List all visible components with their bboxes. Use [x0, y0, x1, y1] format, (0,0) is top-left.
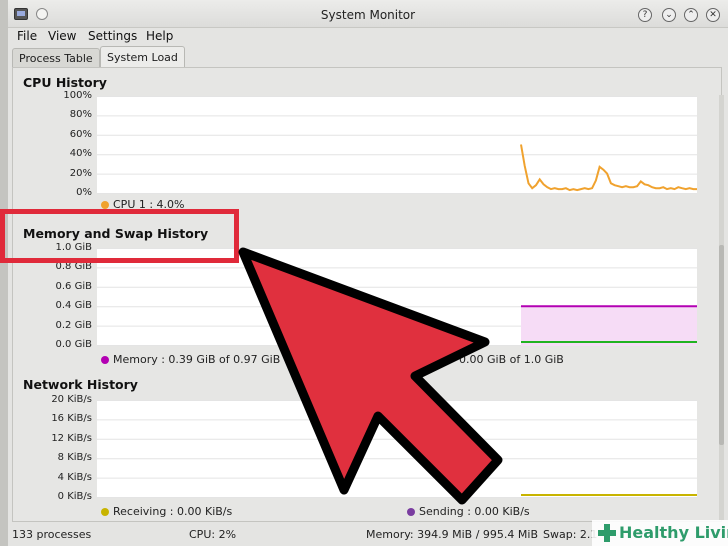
menu-bar: File View Settings Help: [8, 28, 728, 46]
mem-y-tick: 0.8 GiB: [55, 261, 92, 273]
network-plot: [97, 400, 697, 498]
menu-settings[interactable]: Settings: [88, 29, 137, 43]
cpu-usage-line: [520, 144, 697, 192]
watermark: Healthy Living: [592, 520, 728, 546]
net-y-tick: 16 KiB/s: [51, 413, 92, 425]
net-y-tick: 20 KiB/s: [51, 394, 92, 405]
cpu-plot: [97, 96, 697, 194]
mem-y-tick: 0.0 GiB: [55, 339, 92, 350]
vertical-scrollbar[interactable]: [719, 95, 724, 520]
cpu-chart: [97, 96, 697, 194]
cpu-y-tick: 20%: [69, 167, 92, 179]
system-monitor-window: System Monitor ? ⌄ ⌃ ✕ File View Setting…: [0, 0, 728, 546]
mem-y-tick: 0.6 GiB: [55, 280, 92, 292]
status-processes: 133 processes: [12, 528, 92, 541]
menu-file[interactable]: File: [17, 29, 37, 43]
cpu-y-tick: 60%: [69, 128, 92, 140]
cpu-legend-dot: [101, 201, 109, 209]
watermark-text: Healthy Living: [619, 523, 728, 542]
swap-legend-text: 0.00 GiB of 1.0 GiB: [459, 353, 564, 366]
help-button[interactable]: ?: [638, 8, 652, 22]
receiving-legend-dot: [101, 508, 109, 516]
swap-legend: 0.00 GiB of 1.0 GiB: [459, 353, 564, 366]
sending-legend-text: Sending : 0.00 KiB/s: [419, 505, 530, 518]
cpu-history-title: CPU History: [23, 75, 107, 90]
mem-y-tick: 0.4 GiB: [55, 300, 92, 312]
close-button[interactable]: ✕: [706, 8, 720, 22]
window-title: System Monitor: [320, 8, 416, 22]
cpu-y-tick: 40%: [69, 148, 92, 160]
system-load-panel: CPU History 100% 80% 60% 40% 20% 0% CPU 1 : 4…: [12, 67, 722, 522]
maximize-button[interactable]: ⌃: [684, 8, 698, 22]
receiving-legend: Receiving : 0.00 KiB/s: [101, 505, 232, 518]
memory-legend-text: Memory : 0.39 GiB of 0.97 GiB: [113, 353, 281, 366]
net-y-tick: 0 KiB/s: [57, 491, 92, 502]
status-cpu: CPU: 2%: [189, 528, 237, 541]
mem-y-tick: 0.2 GiB: [55, 319, 92, 331]
cpu-y-tick: 80%: [69, 109, 92, 121]
network-history-title: Network History: [23, 377, 138, 392]
sending-legend: Sending : 0.00 KiB/s: [407, 505, 530, 518]
minimize-button[interactable]: ⌄: [662, 8, 676, 22]
highlight-box: [0, 209, 239, 263]
medical-cross-icon: [598, 524, 616, 542]
status-swap: Swap: 2.1: [543, 528, 598, 541]
status-memory: Memory: 394.9 MiB / 995.4 MiB: [366, 528, 538, 541]
cpu-y-tick: 100%: [63, 90, 92, 101]
network-chart: [97, 400, 697, 498]
title-bar: System Monitor ? ⌄ ⌃ ✕: [8, 0, 728, 28]
memory-area: [521, 306, 697, 346]
receiving-legend-text: Receiving : 0.00 KiB/s: [113, 505, 233, 518]
sending-legend-dot: [407, 508, 415, 516]
net-y-tick: 8 KiB/s: [57, 452, 92, 464]
menu-view[interactable]: View: [48, 29, 76, 43]
memory-legend: Memory : 0.39 GiB of 0.97 GiB: [101, 353, 280, 366]
net-y-tick: 4 KiB/s: [57, 471, 92, 483]
net-y-tick: 12 KiB/s: [51, 432, 92, 444]
menu-help[interactable]: Help: [146, 29, 173, 43]
tab-process-table[interactable]: Process Table: [12, 48, 100, 68]
tab-system-load[interactable]: System Load: [100, 46, 185, 68]
cpu-y-tick: 0%: [76, 187, 92, 198]
tab-bar: Process Table System Load: [8, 46, 728, 68]
memory-legend-dot: [101, 356, 109, 364]
